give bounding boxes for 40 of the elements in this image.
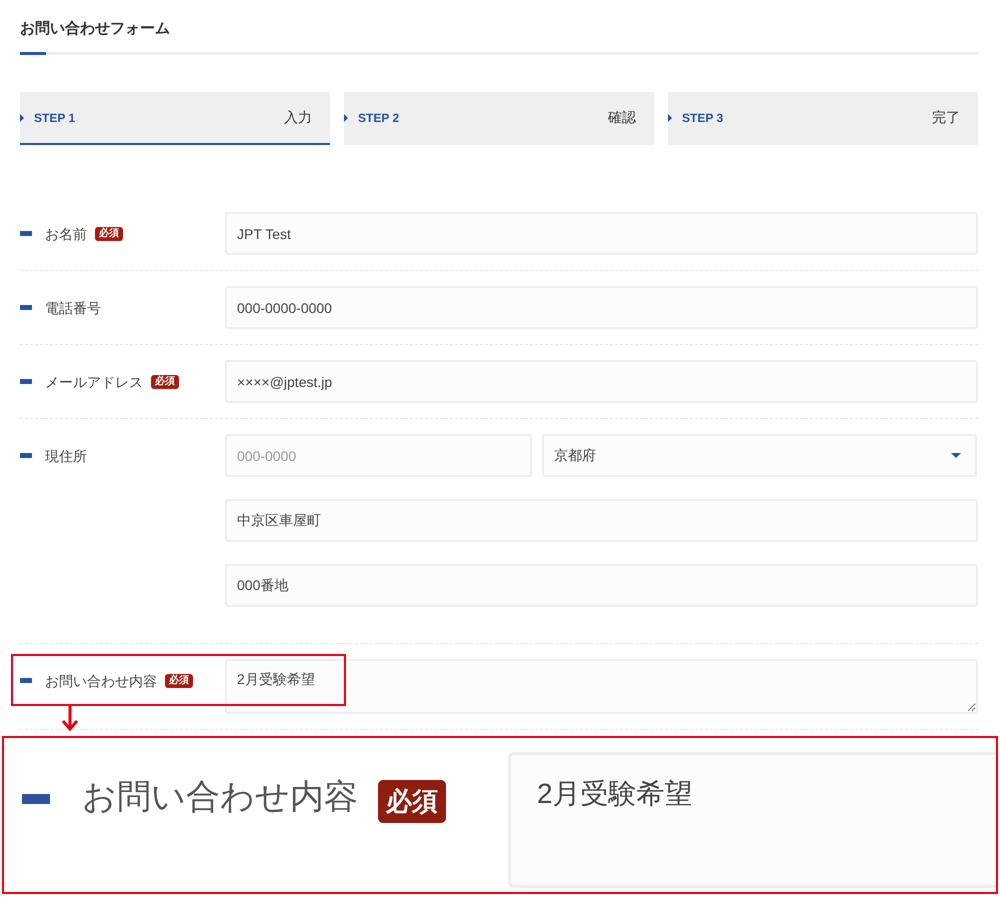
textarea-field: 2月受験希望 bbox=[508, 752, 996, 888]
step-label: 完了 bbox=[932, 108, 960, 127]
input-field[interactable]: ××××@jptest.jp bbox=[225, 360, 978, 403]
dash-icon bbox=[20, 453, 32, 458]
step-label: 確認 bbox=[608, 108, 636, 127]
page-title: お問い合わせフォーム bbox=[20, 19, 171, 39]
field-label: 電話番号 bbox=[45, 299, 101, 318]
dash-icon bbox=[20, 379, 32, 384]
step-tab[interactable]: STEP 3 完了 bbox=[668, 92, 978, 145]
textarea-field[interactable]: 2月受験希望 bbox=[225, 659, 978, 714]
field-label: メールアドレス bbox=[45, 373, 143, 392]
caret-icon bbox=[951, 453, 961, 458]
prefecture-select[interactable]: 京都府 bbox=[542, 434, 977, 477]
field-label: お名前 bbox=[45, 225, 87, 244]
triangle-icon bbox=[668, 114, 672, 122]
required-badge: 必須 bbox=[165, 674, 193, 688]
step-label: 入力 bbox=[284, 108, 312, 127]
step-number: STEP 1 bbox=[34, 110, 76, 126]
required-badge: 必須 bbox=[378, 780, 446, 823]
input-field[interactable]: 中京区車屋町 bbox=[225, 499, 978, 542]
input-field[interactable]: 000-0000-0000 bbox=[225, 286, 978, 329]
step-number: STEP 2 bbox=[358, 110, 400, 126]
dash-icon bbox=[22, 794, 50, 804]
step-number: STEP 3 bbox=[682, 110, 724, 126]
postal-code-field[interactable]: 000-0000 bbox=[225, 434, 532, 477]
field-label: 現住所 bbox=[45, 447, 87, 466]
input-field[interactable]: JPT Test bbox=[225, 212, 978, 255]
down-arrow bbox=[61, 706, 79, 732]
triangle-icon bbox=[344, 114, 348, 122]
step-tab[interactable]: STEP 1 入力 bbox=[20, 92, 330, 145]
triangle-icon bbox=[20, 114, 24, 122]
dash-icon bbox=[20, 305, 32, 310]
dash-icon bbox=[20, 678, 32, 683]
step-tab[interactable]: STEP 2 確認 bbox=[344, 92, 654, 145]
field-label: お問い合わせ内容 bbox=[82, 777, 358, 818]
required-badge: 必須 bbox=[151, 375, 179, 389]
input-field[interactable]: 000番地 bbox=[225, 564, 978, 607]
dash-icon bbox=[20, 231, 32, 236]
required-badge: 必須 bbox=[95, 227, 123, 241]
field-label: お問い合わせ内容 bbox=[45, 672, 157, 691]
